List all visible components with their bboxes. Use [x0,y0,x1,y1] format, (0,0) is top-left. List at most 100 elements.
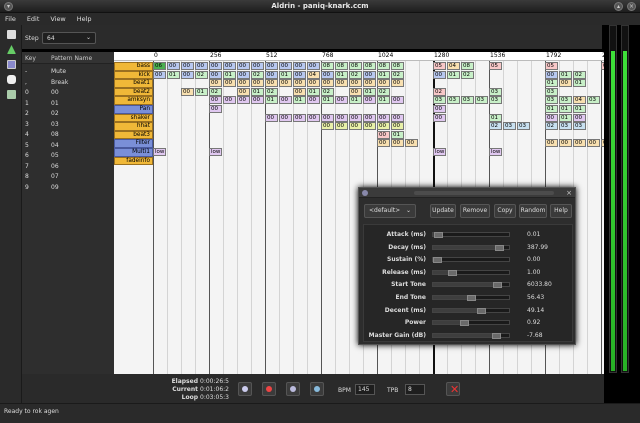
pattern-cell[interactable]: 00 [251,79,264,88]
track-filter[interactable]: Filter [114,139,153,148]
pattern-cell[interactable]: 00 [237,70,250,79]
pattern-cell[interactable]: 01 [167,70,180,79]
copy-button[interactable]: Copy [494,204,516,218]
random-button[interactable]: Random [519,204,547,218]
close-icon[interactable]: × [566,189,572,197]
pattern-cell[interactable]: 03 [489,96,502,105]
pattern-cell[interactable]: 01 [573,79,586,88]
track-fadeinfo[interactable]: fadeinfo [114,156,153,166]
pattern-cell[interactable]: 00 [391,139,404,148]
pattern-cell[interactable]: 03 [545,96,558,105]
pattern-cell[interactable]: 01 [195,87,208,96]
pattern-cell[interactable]: 00 [181,62,194,70]
pattern-cell[interactable]: 00 [307,96,320,105]
pattern-cell[interactable]: 00 [363,96,376,105]
pattern-cell[interactable]: 00 [321,79,334,88]
pattern-cell[interactable]: low [153,148,166,156]
pattern-cell[interactable]: 01 [335,70,348,79]
pattern-cell[interactable]: 03 [461,96,474,105]
parameter-slider-thumb[interactable] [493,282,503,289]
pattern-cell[interactable]: 00 [349,113,362,122]
pattern-cell[interactable]: 00 [335,122,348,131]
update-button[interactable]: Update [430,204,456,218]
pattern-cell[interactable]: low [433,148,446,156]
parameter-slider[interactable] [432,257,510,264]
pattern-row[interactable]: 0 00 [22,87,114,98]
pattern-cell[interactable]: 02 [489,122,502,131]
pattern-cell[interactable]: 02 [573,70,586,79]
pattern-cell[interactable]: 00 [363,79,376,88]
parameter-slider-thumb[interactable] [491,332,501,339]
dialog-title-bar[interactable]: × [359,188,575,198]
pattern-cell[interactable]: 00 [391,113,404,122]
parameter-slider-thumb[interactable] [447,269,457,276]
pattern-cell[interactable]: 00 [335,96,348,105]
track-beat3[interactable]: beat3 [114,130,153,140]
timeline-ruler[interactable]: 0 256 512 768 1024 1280 1536 1792 20 [114,52,604,61]
parameter-slider[interactable] [432,332,510,339]
loop-button[interactable] [310,382,324,396]
parameter-slider-thumb[interactable] [477,307,487,314]
pattern-cell[interactable]: 00 [265,70,278,79]
pattern-cell[interactable]: 00 [293,79,306,88]
parameter-slider-thumb[interactable] [494,244,504,251]
pattern-cell[interactable]: 00 [279,96,292,105]
parameter-slider[interactable] [432,320,510,327]
pattern-cell[interactable]: 00 [237,87,250,96]
pattern-cell[interactable]: 02 [377,87,390,96]
pattern-cell[interactable]: 03 [517,122,530,131]
pattern-cell[interactable]: 00 [167,62,180,70]
pattern-cell[interactable]: 02 [545,122,558,131]
pattern-cell[interactable]: 00 [237,79,250,88]
pattern-cell[interactable]: 01 [223,70,236,79]
pattern-cell[interactable]: 00 [391,96,404,105]
pattern-cell[interactable]: 02 [321,87,334,96]
pattern-cell[interactable]: 00 [307,62,320,70]
track-amksyn[interactable]: amksyn [114,96,153,105]
pattern-cell[interactable]: 01 [377,96,390,105]
pattern-cell[interactable]: 00 [195,62,208,70]
pattern-cell[interactable]: 08 [349,62,362,70]
track-hhat[interactable]: hhat [114,122,153,131]
pattern-row[interactable]: 5 04 [22,140,114,151]
pattern-cell[interactable]: 00 [223,62,236,70]
menu-file[interactable]: File [0,13,20,23]
pattern-cell[interactable]: 05 [489,62,502,70]
pattern-cell[interactable]: low [489,148,502,156]
name-column-header[interactable]: Pattern Name [51,55,92,62]
track-beat1[interactable]: beat1 [114,79,153,88]
pattern-cell[interactable]: 02 [265,87,278,96]
router-view-icon[interactable] [7,30,16,39]
pattern-cell[interactable]: 04 [307,70,320,79]
pattern-cell[interactable]: 02 [391,70,404,79]
dialog-menu-icon[interactable] [362,190,368,196]
parameter-slider[interactable] [432,282,510,289]
pattern-cell[interactable]: 02 [349,70,362,79]
pattern-cell[interactable]: 00 [265,113,278,122]
stop-button[interactable] [286,382,300,396]
pattern-cell[interactable]: 01 [559,70,572,79]
pattern-cell[interactable]: 01 [321,96,334,105]
pattern-cell[interactable]: 03 [559,96,572,105]
pattern-cell[interactable]: 08 [377,62,390,70]
tpb-spinner[interactable]: 8 [405,384,425,395]
pattern-cell[interactable]: 00 [391,122,404,131]
parameter-slider[interactable] [432,269,510,276]
pattern-cell[interactable]: 02 [195,70,208,79]
pattern-cell[interactable]: 03 [559,122,572,131]
pattern-cell[interactable]: 00 [237,62,250,70]
pattern-cell[interactable]: 00 [279,113,292,122]
pattern-cell[interactable]: 03 [475,96,488,105]
track-multi1[interactable]: Multi1 [114,148,153,157]
pattern-cell[interactable]: 00 [153,70,166,79]
pattern-cell[interactable]: 05 [601,62,604,70]
pattern-cell[interactable]: 00 [209,105,222,113]
pattern-row[interactable]: 6 05 [22,150,114,161]
pattern-cell[interactable]: 05 [433,62,446,70]
pattern-cell[interactable]: 00 [279,62,292,70]
pattern-cell[interactable]: 00 [321,70,334,79]
pattern-cell[interactable]: 00 [223,96,236,105]
pattern-cell[interactable]: 00 [391,79,404,88]
menu-edit[interactable]: Edit [22,13,44,23]
pattern-cell[interactable]: 00 [209,96,222,105]
